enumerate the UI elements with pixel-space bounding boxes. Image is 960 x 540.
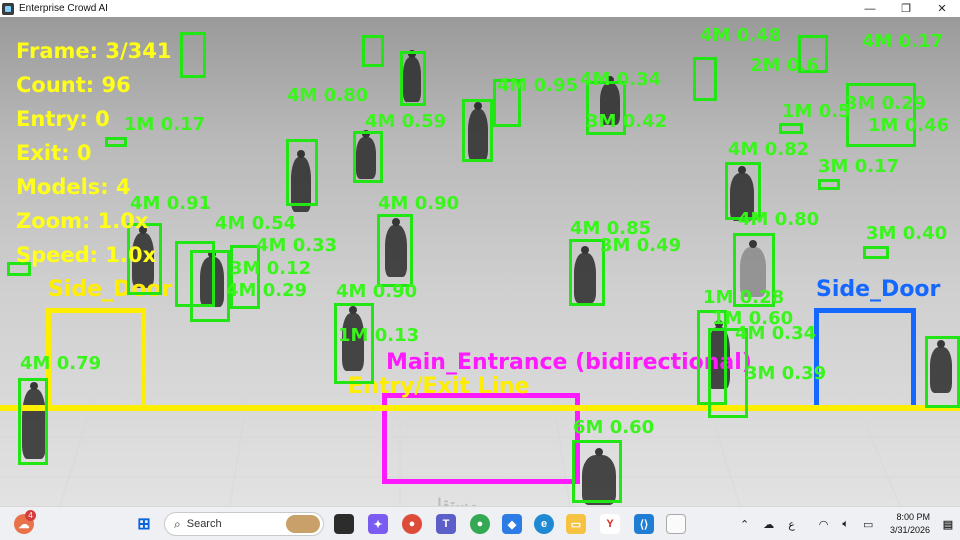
teams-icon[interactable]: T xyxy=(436,514,456,534)
detection-label: 3M 0.17 xyxy=(818,156,900,177)
hud-exit: Exit: 0 xyxy=(16,141,92,165)
detection-box xyxy=(286,139,318,206)
watermark: مستقل xyxy=(430,497,478,506)
detection-box xyxy=(377,214,413,287)
keyboard-language[interactable]: ع xyxy=(788,518,795,531)
yandex-icon[interactable]: Y xyxy=(600,514,620,534)
notifications-icon[interactable]: ▤ xyxy=(938,514,958,534)
document-icon[interactable] xyxy=(666,514,686,534)
detection-label: 4M 0.59 xyxy=(365,111,447,132)
taskbar: ☁ 4 ⊞ ⌕ Search ✦ ● T ● ◆ e ▭ Y ⟨⟩ ⌃ ☁ ع … xyxy=(0,506,960,540)
battery-icon[interactable]: ▭ xyxy=(863,518,873,531)
app-icon-blue[interactable]: ◆ xyxy=(502,514,522,534)
detection-label: 4M 0.34 xyxy=(580,69,662,90)
detection-label: 4M 0.29 xyxy=(226,280,308,301)
detection-label: 3M 0.12 xyxy=(230,258,312,279)
minimize-button[interactable]: — xyxy=(852,0,888,17)
detection-label: 4M 0.90 xyxy=(378,193,460,214)
detection-box xyxy=(362,35,384,67)
detection-label: 3M 0.39 xyxy=(745,363,827,384)
detection-label: 4M 0.79 xyxy=(20,353,102,374)
detection-box xyxy=(18,378,48,465)
start-button[interactable]: ⊞ xyxy=(134,514,154,534)
hud-zoom: Zoom: 1.0x xyxy=(16,209,149,233)
volume-icon[interactable]: 🔈︎ xyxy=(842,518,849,531)
detection-label: 4M 0.95 xyxy=(497,75,579,96)
detection-box xyxy=(693,57,717,101)
detection-box xyxy=(353,131,383,183)
detection-label: 1M 0.46 xyxy=(868,115,950,136)
copilot-icon[interactable]: ✦ xyxy=(368,514,388,534)
detection-label: 3M 0.29 xyxy=(845,93,927,114)
detection-label: 3M 0.40 xyxy=(866,223,948,244)
video-feed[interactable]: Side_Door Side_Door Main_Entrance (bidir… xyxy=(0,17,960,506)
detection-label: 4M 0.80 xyxy=(738,209,820,230)
detection-box xyxy=(400,51,426,106)
task-view-icon[interactable] xyxy=(334,514,354,534)
detection-box xyxy=(462,99,493,162)
clock-date: 3/31/2026 xyxy=(889,525,930,535)
detection-box xyxy=(180,32,206,78)
detection-label: 3M 0.42 xyxy=(586,111,668,132)
detection-box xyxy=(190,250,230,322)
detection-label: 4M 0.33 xyxy=(256,235,338,256)
cloud-icon[interactable]: ☁ xyxy=(763,518,774,531)
detection-box xyxy=(572,440,622,503)
vscode-icon[interactable]: ⟨⟩ xyxy=(634,514,654,534)
detection-box xyxy=(925,336,960,408)
clock-time: 8:00 PM xyxy=(896,512,930,522)
detection-label: 4M 0.80 xyxy=(287,85,369,106)
search-highlight-icon xyxy=(286,515,320,533)
detection-box xyxy=(863,246,889,259)
maximize-button[interactable]: ❐ xyxy=(888,0,924,17)
app-icon xyxy=(2,2,14,15)
search-placeholder: Search xyxy=(186,518,222,530)
detection-label: 2M 0.6 xyxy=(750,55,819,76)
wifi-icon[interactable]: ◠ xyxy=(819,518,829,531)
title-bar: Enterprise Crowd AI — ❐ ✕ xyxy=(0,0,960,17)
detection-label: 4M 0.48 xyxy=(700,25,782,46)
edge-icon[interactable]: e xyxy=(534,514,554,534)
detection-label: 1M 0.17 xyxy=(124,114,206,135)
hud-models: Models: 4 xyxy=(16,175,131,199)
hud-count: Count: 96 xyxy=(16,73,131,97)
detection-label: 1M 0.28 xyxy=(703,287,785,308)
hud-frame: Frame: 3/341 xyxy=(16,39,172,63)
search-icon: ⌕ xyxy=(174,516,181,531)
clock[interactable]: 8:00 PM 3/31/2026 xyxy=(890,511,930,537)
zone-side-door-right xyxy=(814,308,916,408)
entry-exit-line-label: Entry/Exit Line xyxy=(348,374,530,399)
hud-entry: Entry: 0 xyxy=(16,107,110,131)
notification-badge: 4 xyxy=(25,510,36,521)
entry-exit-line xyxy=(0,405,960,411)
detection-box xyxy=(105,137,127,147)
detection-box xyxy=(779,123,803,134)
file-explorer-icon[interactable]: ▭ xyxy=(566,514,586,534)
chevron-up-icon[interactable]: ⌃ xyxy=(740,518,749,531)
system-tray: ⌃ ☁ ع ◠ 🔈︎ ▭ xyxy=(740,507,873,540)
chrome-profile-icon[interactable]: ● xyxy=(470,514,490,534)
zone-label-side-door-right: Side_Door xyxy=(816,277,941,302)
chrome-icon[interactable]: ● xyxy=(402,514,422,534)
detection-label: 4M 0.82 xyxy=(728,139,810,160)
detection-box xyxy=(818,179,840,190)
detection-label: 6M 0.60 xyxy=(573,417,655,438)
close-button[interactable]: ✕ xyxy=(924,0,960,17)
hud-speed: Speed: 1.0x xyxy=(16,243,157,267)
detection-label: 4M 0.17 xyxy=(862,31,944,52)
detection-label: 1M 0.60 xyxy=(712,308,794,329)
detection-label: 1M 0.5 xyxy=(782,101,851,122)
detection-label: 4M 0.90 xyxy=(336,281,418,302)
detection-label: 1M 0.13 xyxy=(338,325,420,346)
detection-label: 4M 0.54 xyxy=(215,213,297,234)
window-title: Enterprise Crowd AI xyxy=(19,3,108,14)
taskbar-search[interactable]: ⌕ Search xyxy=(164,512,324,536)
detection-label: 3M 0.49 xyxy=(600,235,682,256)
